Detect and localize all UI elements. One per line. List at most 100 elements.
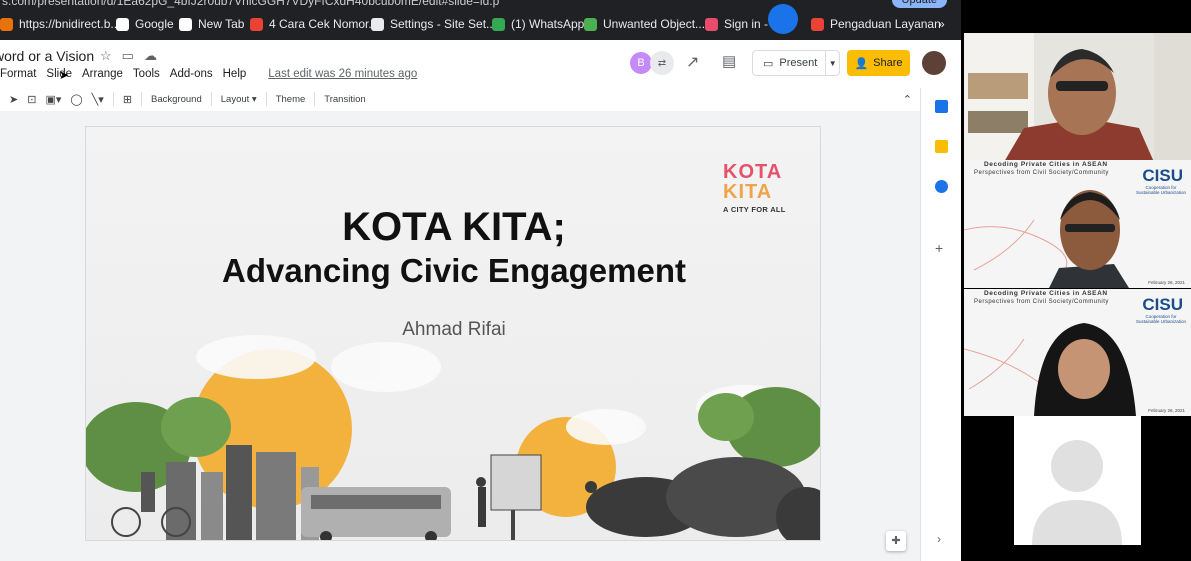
theme-button[interactable]: Theme [276,94,306,105]
slide-author: Ahmad Rifai [402,319,506,340]
participant-video-tile[interactable]: Decoding Private Cities in ASEAN Perspec… [964,160,1191,288]
address-bar[interactable]: s.com/presentation/d/1Ea62pG_4bfJ2r0ub7V… [0,0,961,10]
participant-video-tile[interactable]: Decoding Private Cities in ASEAN Perspec… [964,289,1191,416]
bookmark-item[interactable]: Settings - Site Set... [371,17,496,31]
expand-panel-icon[interactable]: › [937,532,941,546]
bookmark-label: https://bnidirect.b... [19,17,121,31]
board [490,454,542,540]
bookmark-label: Google [135,17,174,31]
bookmark-label: (1) WhatsApp [511,17,585,31]
menu-addons[interactable]: Add-ons [170,68,213,80]
bus [301,487,451,540]
bookmark-item[interactable]: (1) WhatsApp [492,17,584,31]
google-icon [116,17,129,31]
keep-icon[interactable] [935,140,948,153]
background-button[interactable]: Background [151,94,202,105]
url-text[interactable]: s.com/presentation/d/1Ea62pG_4bfJ2r0ub7V… [2,0,499,8]
menu-arrange[interactable]: Arrange [82,68,123,80]
present-dropdown-icon[interactable]: ▼ [826,59,839,68]
update-button[interactable]: Update [891,0,947,8]
share-button[interactable]: 👤 Share [847,50,910,76]
bookmark-label: New Tab [198,17,245,31]
speaker-video [964,33,1191,162]
bookmark-item[interactable]: 4 Cara Cek Nomor... [250,17,378,31]
activity-trend-icon[interactable]: ↗ [686,52,699,78]
comment-icon[interactable]: ▤ [722,52,736,78]
file-icon [811,17,824,31]
collapse-toolbar-icon[interactable]: ⌃ [903,93,912,106]
glasses-icon [1056,81,1108,91]
title-actions: ☆ ▭ ☁ [100,48,157,64]
bookmark-label: Sign in - [724,17,769,31]
transition-button[interactable]: Transition [324,94,365,105]
image-tool-icon[interactable]: ▣▾ [45,93,61,106]
participant-video-tile[interactable] [964,33,1191,162]
toolbar-divider [314,92,316,106]
person-icon: 👤 [854,57,869,70]
bookshelf [1154,33,1191,162]
virtual-bg-date: February 26, 2021 [1148,408,1185,413]
menu-help[interactable]: Help [223,68,247,80]
add-addon-icon[interactable]: + [935,240,943,256]
line-tool-icon[interactable]: ╲▾ [92,93,104,106]
menu-tools[interactable]: Tools [133,68,160,80]
slide-subtitle: Advancing Civic Engagement [222,252,686,289]
bookmark-item[interactable]: Pengaduan Layanan [811,17,941,31]
bookmark-item[interactable]: » [938,17,945,31]
explore-icon[interactable]: ✚ [886,531,906,551]
shape-tool-icon[interactable]: ◯ [70,93,82,106]
participant-face [1058,339,1110,399]
virtual-bg-date: February 26, 2021 [1148,280,1185,285]
layout-label: Layout [220,93,250,105]
bookmark-label: » [938,17,945,31]
mouse-cursor-icon: ➤ [59,68,70,82]
collaborator-avatar[interactable]: B [630,52,652,74]
bookmark-item[interactable]: Unwanted Object... [584,17,705,31]
default-avatar-icon [1032,440,1122,545]
account-avatar[interactable] [922,51,946,75]
star-icon[interactable]: ☆ [100,48,112,64]
map-lines [964,219,1068,281]
cloud-saved-icon[interactable]: ☁ [144,48,157,64]
glasses-icon [1065,224,1115,232]
bookmark-item[interactable]: Sign in - [705,17,768,31]
move-folder-icon[interactable]: ▭ [122,48,134,64]
mail-icon [705,17,718,31]
slide[interactable]: KOTA KITA A CITY FOR ALL KOTA KITA; Adva… [85,126,821,541]
present-label: Present [779,57,818,69]
document-title[interactable]: word or a Vision [0,48,94,64]
logo-line-2: KITA [723,181,773,203]
tasks-icon[interactable] [935,180,948,193]
menu-format[interactable]: Format [0,68,36,80]
present-button[interactable]: ▭ Present ▼ [752,50,840,76]
logo-line-1: KOTA [723,161,783,183]
bookmark-item[interactable]: https://bnidirect.b... [0,17,120,31]
slides-toolbar: ➤ ⊡ ▣▾ ◯ ╲▾ ⊞ Background Layout ▾ Theme … [0,88,920,110]
last-edit-link[interactable]: Last edit was 26 minutes ago [268,68,417,80]
toolbar-divider [141,92,143,106]
side-panel: + › [920,88,961,561]
participant-video [964,323,1136,416]
bookmark-icon [250,17,263,31]
present-icon: ▭ [763,57,774,70]
participant-no-video-tile[interactable] [1014,416,1141,545]
video-call-panel: Decoding Private Cities in ASEAN Perspec… [961,0,1191,561]
whatsapp-icon [492,17,505,31]
bookmark-label: Settings - Site Set... [390,17,497,31]
layout-button[interactable]: Layout ▾ [221,94,257,105]
bookmarks-bar: https://bnidirect.b... Google New Tab 4 Car… [0,10,961,40]
textbox-tool-icon[interactable]: ⊡ [27,93,36,106]
bni-icon [0,17,13,31]
calendar-icon[interactable] [935,100,948,113]
collaborator-more-icon[interactable]: ⇄ [650,51,674,75]
extension-badge-icon[interactable] [768,4,798,34]
add-comment-icon[interactable]: ⊞ [123,93,132,106]
bookmark-item[interactable]: Google [116,17,174,31]
participant-video [964,190,1129,288]
chevron-down-icon: ▾ [251,93,257,105]
browser-window: s.com/presentation/d/1Ea62pG_4bfJ2r0ub7V… [0,0,961,561]
bookmark-item[interactable]: New Tab [179,17,244,31]
bookmark-label: Pengaduan Layanan [830,17,941,31]
slide-title: KOTA KITA; [342,205,566,249]
select-tool-icon[interactable]: ➤ [9,93,18,106]
